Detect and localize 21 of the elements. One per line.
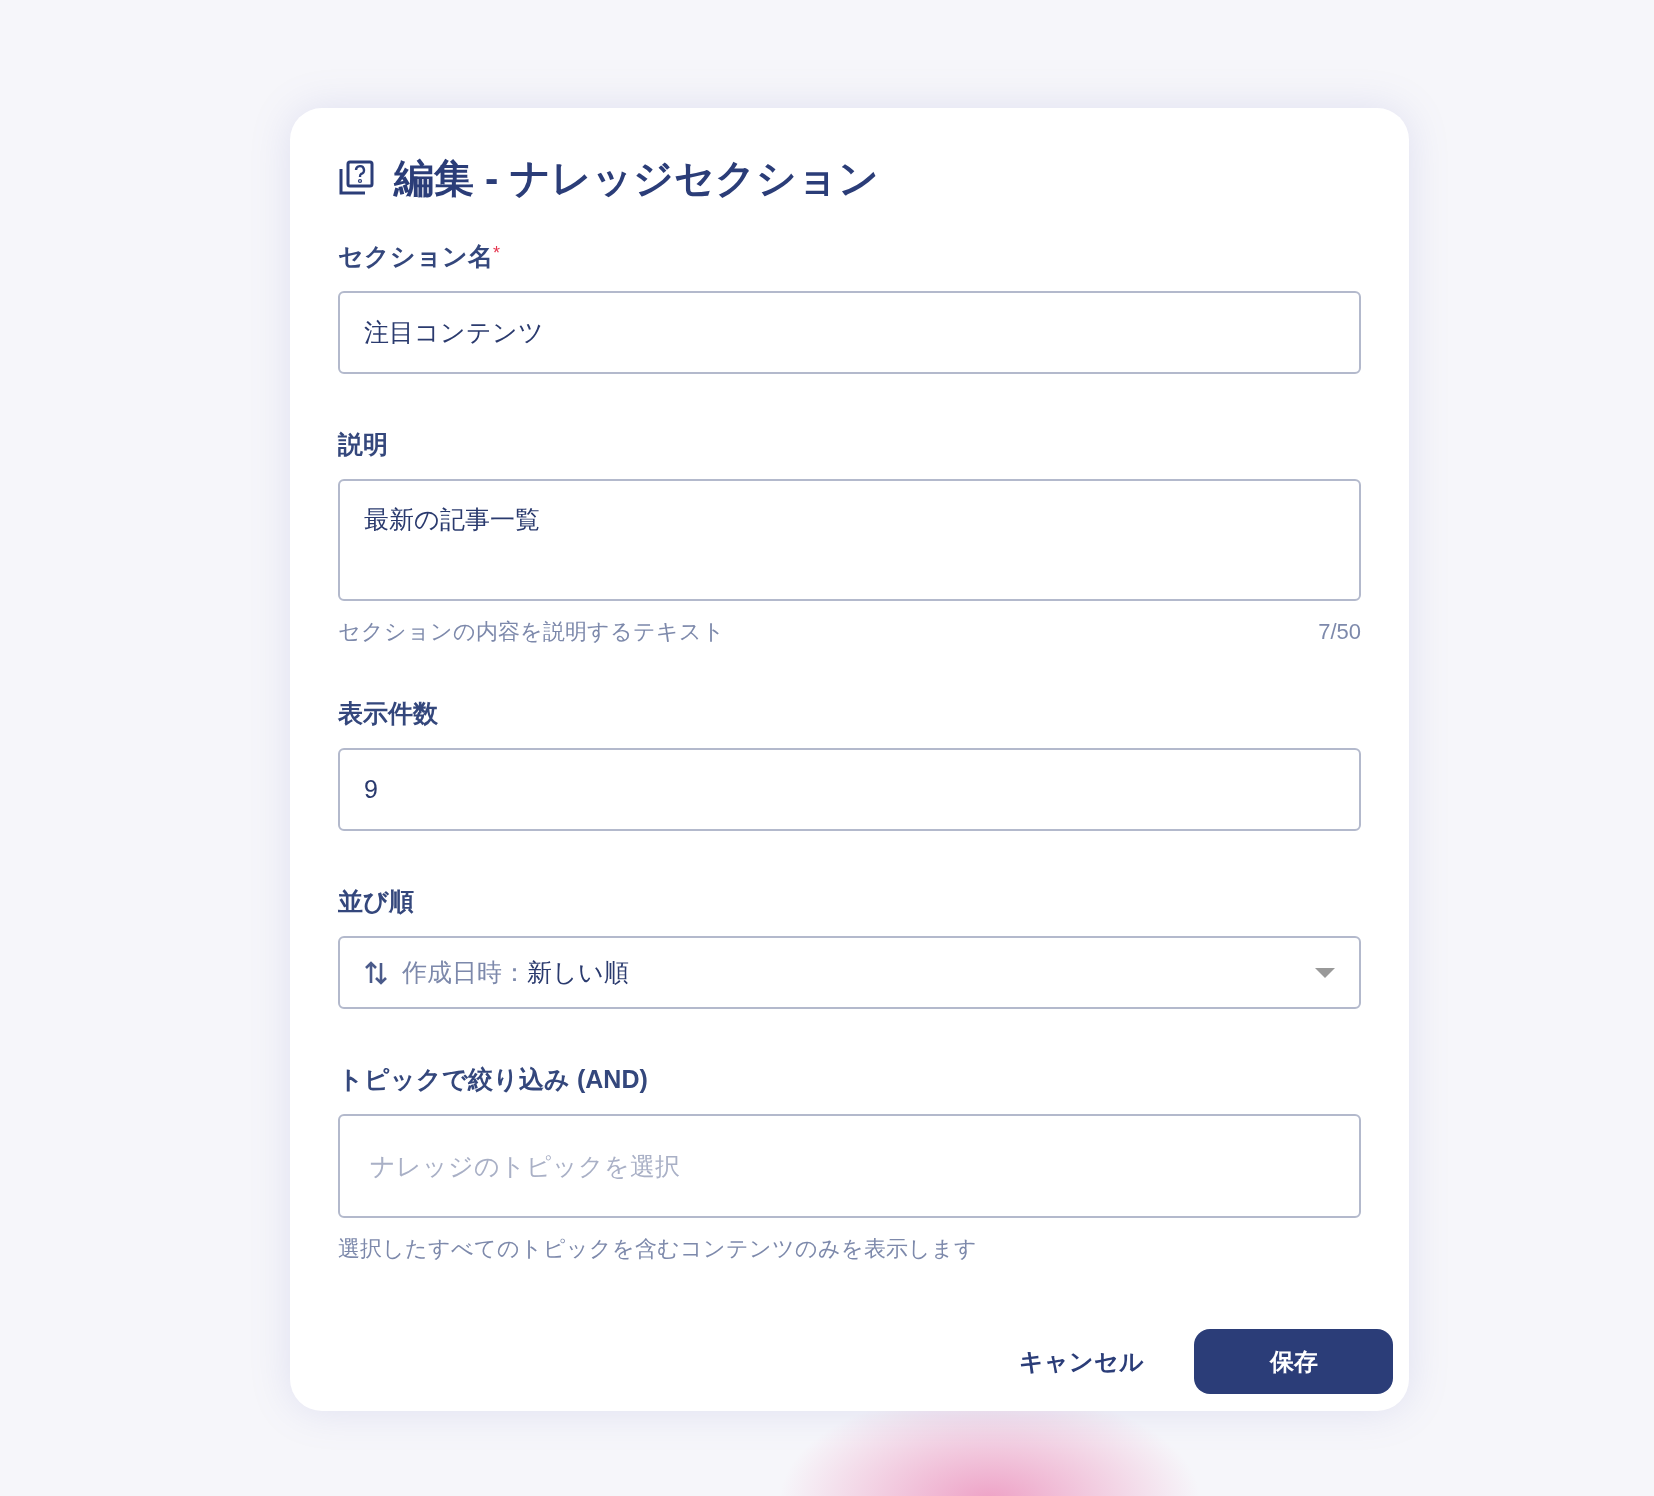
- help-card-icon: [338, 160, 374, 196]
- topic-select-field[interactable]: ナレッジのトピックを選択: [338, 1114, 1361, 1218]
- text-field[interactable]: 注目コンテンツ: [338, 291, 1361, 374]
- sort-order-value: 新しい順: [527, 957, 629, 986]
- helper-text: 選択したすべてのトピックを含むコンテンツのみを表示します: [338, 1238, 977, 1260]
- field-label: セクション名: [338, 244, 493, 269]
- save-button[interactable]: 保存: [1194, 1329, 1393, 1394]
- helper-text: セクションの内容を説明するテキスト: [338, 621, 725, 643]
- field-label: 並び順: [338, 889, 414, 914]
- description-field[interactable]: 最新の記事一覧: [338, 479, 1361, 601]
- sort-field-label: 作成日時：: [402, 957, 527, 986]
- sort-select[interactable]: 作成日時：新しい順: [338, 936, 1361, 1009]
- text-field[interactable]: 9: [338, 748, 1361, 831]
- field-label: 説明: [338, 432, 388, 457]
- cancel-button[interactable]: キャンセル: [1015, 1329, 1148, 1394]
- field-label: 表示件数: [338, 701, 438, 726]
- required-mark: *: [493, 244, 500, 262]
- character-counter: 7/50: [1318, 621, 1361, 643]
- field-label: トピックで絞り込み (AND): [338, 1067, 648, 1092]
- dropdown-caret-icon: [1315, 967, 1335, 978]
- dialog-title: 編集 - ナレッジセクション: [394, 155, 879, 202]
